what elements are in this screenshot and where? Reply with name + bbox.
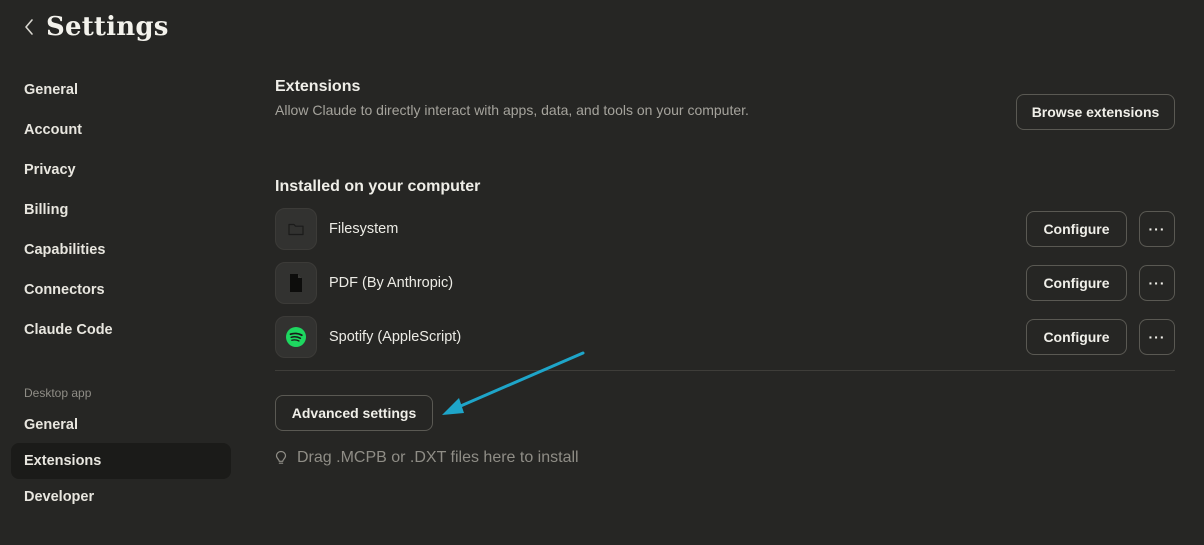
extensions-panel: Extensions Allow Claude to directly inte… <box>275 74 1175 467</box>
sidebar-item-privacy[interactable]: Privacy <box>11 152 231 188</box>
sidebar-item-general[interactable]: General <box>11 72 231 108</box>
nav-group-main: General Account Privacy Billing Capabili… <box>11 72 231 348</box>
drop-hint-text: Drag .MCPB or .DXT files here to install <box>297 449 579 466</box>
extension-name: Spotify (AppleScript) <box>329 329 462 345</box>
sidebar-item-extensions[interactable]: Extensions <box>11 443 231 479</box>
extension-row-pdf: PDF (By Anthropic) Configure ··· <box>275 262 1175 304</box>
sidebar-item-developer[interactable]: Developer <box>11 479 231 515</box>
sidebar: General Account Privacy Billing Capabili… <box>11 72 231 515</box>
page-title: Settings <box>46 12 169 42</box>
more-options-button[interactable]: ··· <box>1139 265 1175 301</box>
chevron-left-icon <box>25 19 33 35</box>
spotify-icon <box>275 316 317 358</box>
extension-name: PDF (By Anthropic) <box>329 275 454 291</box>
extension-row-spotify: Spotify (AppleScript) Configure ··· <box>275 316 1175 358</box>
sidebar-item-claude-code[interactable]: Claude Code <box>11 312 231 348</box>
sidebar-item-billing[interactable]: Billing <box>11 192 231 228</box>
extensions-header: Extensions Allow Claude to directly inte… <box>275 74 1175 130</box>
lightbulb-icon <box>275 450 287 464</box>
header: Settings <box>22 10 169 44</box>
sidebar-section-desktop-app: Desktop app <box>24 386 92 400</box>
more-options-button[interactable]: ··· <box>1139 319 1175 355</box>
document-icon <box>275 262 317 304</box>
folder-icon <box>275 208 317 250</box>
more-options-button[interactable]: ··· <box>1139 211 1175 247</box>
extension-row-filesystem: Filesystem Configure ··· <box>275 208 1175 250</box>
sidebar-item-account[interactable]: Account <box>11 112 231 148</box>
installed-section-title: Installed on your computer <box>275 178 481 195</box>
settings-page: Settings General Account Privacy Billing… <box>0 0 1204 545</box>
extension-name: Filesystem <box>329 221 399 237</box>
sidebar-item-capabilities[interactable]: Capabilities <box>11 232 231 268</box>
configure-button[interactable]: Configure <box>1026 319 1127 355</box>
configure-button[interactable]: Configure <box>1026 265 1127 301</box>
sidebar-item-connectors[interactable]: Connectors <box>11 272 231 308</box>
browse-extensions-button[interactable]: Browse extensions <box>1016 94 1175 130</box>
nav-group-desktop: General Extensions Developer <box>11 407 231 515</box>
divider <box>275 370 1175 371</box>
sidebar-item-desktop-general[interactable]: General <box>11 407 231 443</box>
back-button[interactable] <box>22 15 36 39</box>
drop-zone-hint: Drag .MCPB or .DXT files here to install <box>275 449 1175 467</box>
advanced-settings-button[interactable]: Advanced settings <box>275 395 433 431</box>
configure-button[interactable]: Configure <box>1026 211 1127 247</box>
extension-list: Filesystem Configure ··· PDF (By Anthrop… <box>275 208 1175 358</box>
